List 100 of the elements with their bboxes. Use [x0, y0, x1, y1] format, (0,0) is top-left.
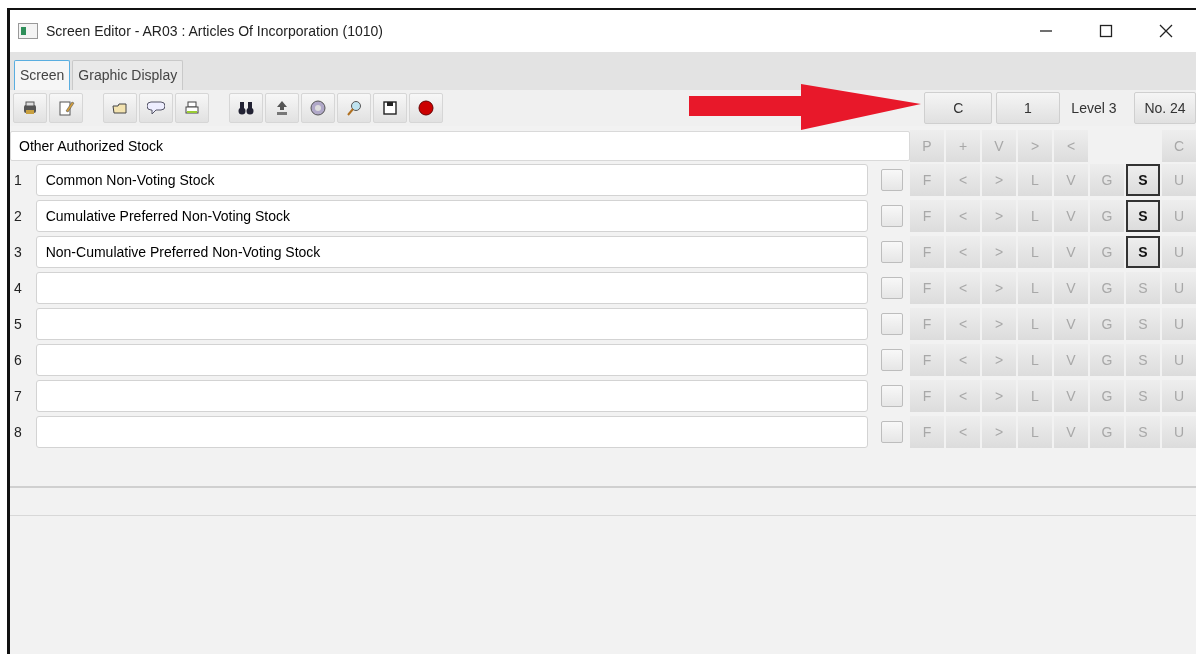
disc-button[interactable] — [301, 93, 335, 123]
row-option-button[interactable]: > — [982, 344, 1016, 376]
row-option-button[interactable]: S — [1126, 164, 1160, 196]
edit-button[interactable] — [49, 93, 83, 123]
row-text-field[interactable]: Cumulative Preferred Non-Voting Stock — [35, 200, 869, 232]
row-checkbox[interactable] — [881, 169, 903, 191]
row-option-button[interactable]: G — [1090, 380, 1124, 412]
row-option-button[interactable]: L — [1018, 272, 1052, 304]
row-option-button[interactable]: V — [1054, 416, 1088, 448]
row-option-button[interactable]: < — [946, 380, 980, 412]
row-option-button[interactable]: F — [910, 380, 944, 412]
row-option-button[interactable]: > — [982, 272, 1016, 304]
row-option-button[interactable]: L — [1018, 416, 1052, 448]
tab[interactable]: Screen — [14, 60, 71, 90]
row-option-button[interactable]: S — [1126, 308, 1160, 340]
row-checkbox[interactable] — [881, 421, 903, 443]
record-button[interactable] — [409, 93, 443, 123]
upload-button[interactable] — [265, 93, 299, 123]
row-option-button[interactable]: S — [1126, 344, 1160, 376]
column-button[interactable]: < — [1054, 130, 1088, 162]
row-option-button[interactable]: F — [910, 344, 944, 376]
header-button[interactable]: 1 — [995, 92, 1060, 124]
row-option-button[interactable]: U — [1162, 200, 1196, 232]
row-checkbox[interactable] — [881, 385, 903, 407]
row-checkbox[interactable] — [881, 277, 903, 299]
row-option-button[interactable]: V — [1054, 344, 1088, 376]
row-option-button[interactable]: < — [946, 164, 980, 196]
row-option-button[interactable]: G — [1090, 200, 1124, 232]
row-option-button[interactable]: > — [982, 200, 1016, 232]
column-button[interactable]: V — [982, 130, 1016, 162]
row-option-button[interactable]: > — [982, 236, 1016, 268]
row-option-button[interactable]: G — [1090, 236, 1124, 268]
row-option-button[interactable]: > — [982, 416, 1016, 448]
row-option-button[interactable]: L — [1018, 236, 1052, 268]
row-option-button[interactable]: F — [910, 272, 944, 304]
row-option-button[interactable]: L — [1018, 164, 1052, 196]
row-option-button[interactable]: U — [1162, 416, 1196, 448]
speech-bubble-button[interactable] — [139, 93, 173, 123]
row-option-button[interactable]: F — [910, 416, 944, 448]
row-option-button[interactable]: S — [1126, 236, 1160, 268]
header-button[interactable]: C — [924, 92, 993, 124]
row-option-button[interactable]: < — [946, 416, 980, 448]
column-button[interactable]: + — [946, 130, 980, 162]
row-option-button[interactable]: U — [1162, 272, 1196, 304]
row-option-button[interactable]: L — [1018, 200, 1052, 232]
row-option-button[interactable]: V — [1054, 272, 1088, 304]
row-option-button[interactable]: G — [1090, 344, 1124, 376]
close-icon[interactable] — [1158, 23, 1174, 39]
row-text-field[interactable] — [35, 344, 869, 376]
printer-button[interactable] — [175, 93, 209, 123]
row-option-button[interactable]: S — [1126, 200, 1160, 232]
printer-button[interactable] — [13, 93, 47, 123]
row-option-button[interactable]: F — [910, 308, 944, 340]
row-option-button[interactable]: < — [946, 272, 980, 304]
row-option-button[interactable]: V — [1054, 380, 1088, 412]
section-name-field[interactable]: Other Authorized Stock — [10, 131, 910, 161]
column-button[interactable]: C — [1162, 130, 1196, 162]
row-option-button[interactable]: G — [1090, 164, 1124, 196]
floppy-disk-button[interactable] — [373, 93, 407, 123]
binoculars-button[interactable] — [229, 93, 263, 123]
row-checkbox[interactable] — [881, 313, 903, 335]
magnifier-button[interactable] — [337, 93, 371, 123]
row-option-button[interactable]: G — [1090, 308, 1124, 340]
row-option-button[interactable]: V — [1054, 308, 1088, 340]
row-option-button[interactable]: L — [1018, 308, 1052, 340]
column-button[interactable]: P — [910, 130, 944, 162]
tab[interactable]: Graphic Display — [72, 60, 184, 90]
row-option-button[interactable]: F — [910, 236, 944, 268]
row-option-button[interactable]: < — [946, 344, 980, 376]
row-option-button[interactable]: < — [946, 308, 980, 340]
row-text-field[interactable]: Non-Cumulative Preferred Non-Voting Stock — [35, 236, 869, 268]
row-option-button[interactable]: U — [1162, 236, 1196, 268]
row-checkbox[interactable] — [881, 349, 903, 371]
row-option-button[interactable]: U — [1162, 380, 1196, 412]
row-option-button[interactable]: S — [1126, 272, 1160, 304]
row-option-button[interactable]: U — [1162, 344, 1196, 376]
row-option-button[interactable]: V — [1054, 200, 1088, 232]
row-option-button[interactable]: L — [1018, 380, 1052, 412]
row-option-button[interactable]: U — [1162, 164, 1196, 196]
row-option-button[interactable]: V — [1054, 164, 1088, 196]
row-option-button[interactable]: < — [946, 236, 980, 268]
row-option-button[interactable]: > — [982, 308, 1016, 340]
row-option-button[interactable]: L — [1018, 344, 1052, 376]
row-option-button[interactable]: > — [982, 164, 1016, 196]
row-option-button[interactable]: < — [946, 200, 980, 232]
row-text-field[interactable] — [35, 380, 869, 412]
row-checkbox[interactable] — [881, 205, 903, 227]
row-option-button[interactable]: U — [1162, 308, 1196, 340]
row-option-button[interactable]: G — [1090, 416, 1124, 448]
folder-button[interactable] — [103, 93, 137, 123]
row-checkbox[interactable] — [881, 241, 903, 263]
row-text-field[interactable] — [35, 416, 869, 448]
header-button[interactable]: No. 24 — [1134, 92, 1196, 124]
row-option-button[interactable]: S — [1126, 380, 1160, 412]
row-text-field[interactable] — [35, 308, 869, 340]
row-option-button[interactable]: V — [1054, 236, 1088, 268]
row-option-button[interactable]: S — [1126, 416, 1160, 448]
row-option-button[interactable]: G — [1090, 272, 1124, 304]
row-text-field[interactable] — [35, 272, 869, 304]
row-option-button[interactable]: F — [910, 200, 944, 232]
